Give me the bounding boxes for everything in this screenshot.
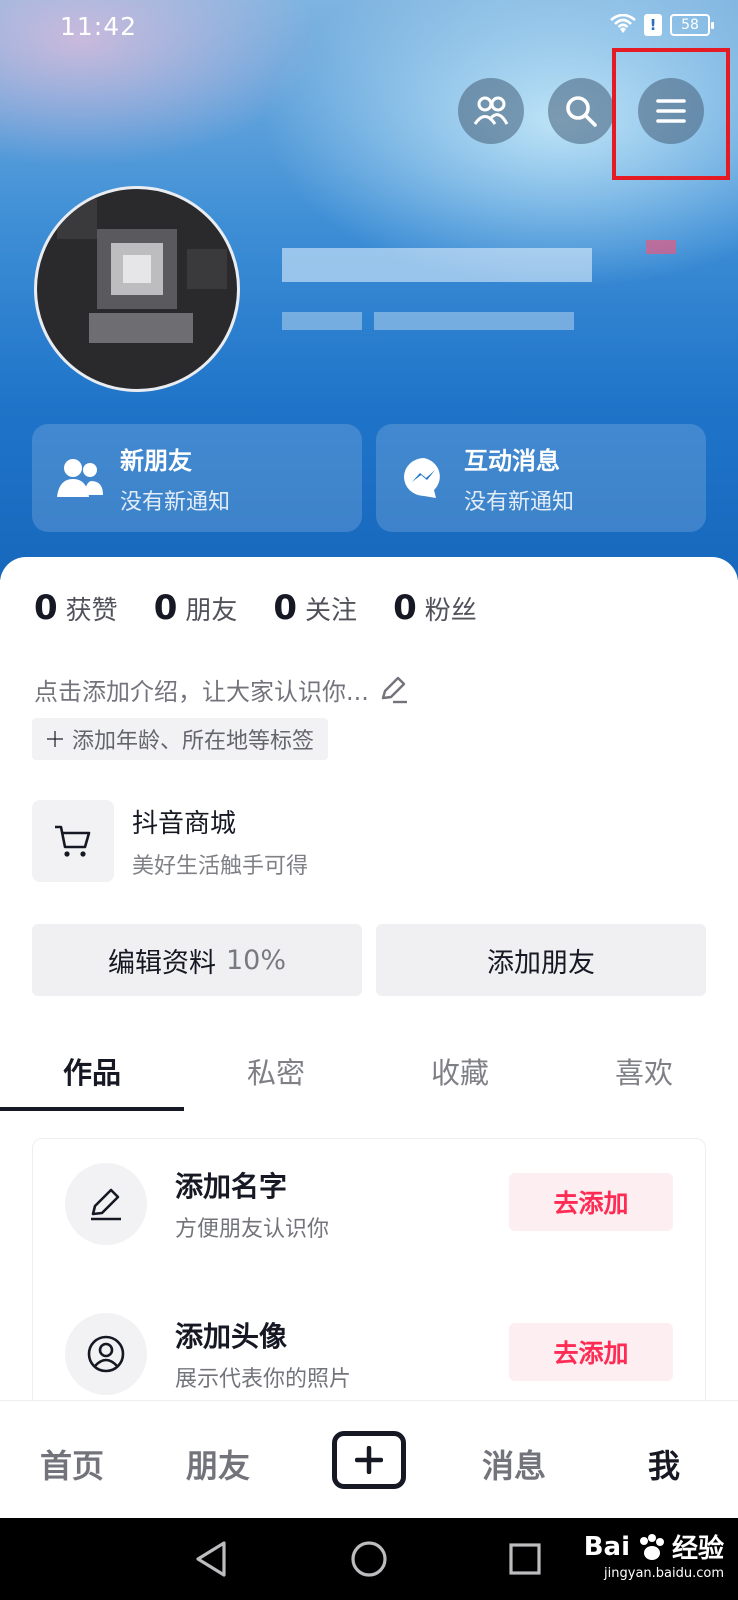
stat-followers[interactable]: 0 粉丝: [393, 588, 477, 628]
add-friend-button[interactable]: 添加朋友: [376, 924, 706, 996]
tab-private[interactable]: 私密: [184, 1050, 368, 1092]
edit-profile-button[interactable]: 编辑资料 10%: [32, 924, 362, 996]
avatar-pixel: [89, 313, 193, 343]
wifi-icon: [610, 14, 636, 33]
interaction-messages-subtitle: 没有新通知: [464, 489, 575, 515]
create-post-button[interactable]: [332, 1431, 406, 1489]
user-circle-icon: [65, 1313, 147, 1395]
stat-friends[interactable]: 0 朋友: [154, 588, 238, 628]
stat-value: 0: [34, 588, 58, 628]
task-subtitle: 展示代表你的照片: [175, 1367, 352, 1392]
alert-icon: !: [644, 14, 662, 36]
task-add-name: 添加名字 方便朋友认识你 去添加: [33, 1139, 705, 1259]
status-icons: ! 58: [610, 14, 714, 36]
plus-icon: [355, 1446, 383, 1474]
mall-title: 抖音商城: [132, 808, 237, 839]
stat-label: 获赞: [65, 596, 118, 626]
highlight-box: [612, 48, 730, 180]
avatar[interactable]: [34, 186, 240, 392]
pencil-icon: [65, 1163, 147, 1245]
stat-value: 0: [273, 588, 298, 628]
stat-label: 关注: [305, 596, 358, 626]
back-icon[interactable]: [194, 1540, 228, 1578]
profile-stats: 0 获赞 0 朋友 0 关注 0 粉丝: [34, 588, 513, 628]
new-friends-title: 新朋友: [120, 446, 192, 475]
bio-placeholder[interactable]: 点击添加介绍，让大家认识你...: [34, 672, 409, 707]
people-icon: [52, 450, 108, 506]
battery-icon: 58: [670, 14, 714, 36]
mall-subtitle: 美好生活触手可得: [132, 853, 309, 879]
search-button[interactable]: [548, 78, 614, 144]
add-friend-label: 添加朋友: [487, 947, 595, 979]
stat-value: 0: [393, 588, 417, 628]
edit-profile-label: 编辑资料: [107, 947, 216, 979]
username-blurred: [282, 248, 592, 282]
badge-blurred: [646, 240, 676, 254]
task-title: 添加头像: [175, 1320, 288, 1353]
add-tags-label: 添加年龄、所在地等标签: [72, 729, 315, 754]
nav-me[interactable]: 我: [648, 1441, 680, 1487]
people-icon: [473, 96, 509, 125]
avatar-pixel: [187, 249, 227, 289]
watermark-text: Bai: [583, 1531, 630, 1562]
nav-home[interactable]: 首页: [40, 1441, 104, 1487]
add-tags-chip[interactable]: 添加年龄、所在地等标签: [32, 718, 329, 760]
messenger-icon: [396, 450, 452, 506]
tab-active-indicator: [0, 1107, 184, 1111]
bottom-navigation: 首页 朋友 消息 我: [0, 1400, 738, 1518]
add-name-button[interactable]: 去添加: [509, 1173, 673, 1231]
new-friends-subtitle: 没有新通知: [120, 489, 231, 515]
status-time: 11:42: [60, 12, 138, 41]
tab-works[interactable]: 作品: [0, 1050, 184, 1092]
shopping-cart-icon: [32, 800, 114, 882]
watermark-url: jingyan.baidu.com: [604, 1566, 724, 1581]
paw-logo-icon: [639, 1533, 664, 1560]
pencil-icon: [381, 676, 407, 703]
avatar-pixel: [123, 255, 151, 283]
edit-profile-percent: 10%: [225, 944, 286, 976]
content-tabs: 作品 私密 收藏 喜欢: [0, 1050, 738, 1110]
task-subtitle: 方便朋友认识你: [175, 1217, 330, 1242]
stat-label: 朋友: [185, 596, 238, 626]
user-id-blurred: [282, 312, 362, 330]
task-title: 添加名字: [175, 1170, 288, 1203]
recents-icon[interactable]: [508, 1542, 542, 1576]
baidu-watermark: Bai 经验 jingyan.baidu.com: [583, 1528, 724, 1582]
task-add-avatar: 添加头像 展示代表你的照片 去添加: [33, 1289, 705, 1409]
bio-text: 点击添加介绍，让大家认识你...: [34, 678, 369, 706]
home-icon[interactable]: [350, 1540, 388, 1578]
tab-favorites[interactable]: 收藏: [368, 1050, 552, 1092]
new-friends-card[interactable]: 新朋友 没有新通知: [32, 424, 362, 532]
nav-messages[interactable]: 消息: [482, 1441, 546, 1487]
interaction-messages-title: 互动消息: [464, 446, 560, 475]
avatar-pixel: [57, 199, 97, 239]
watermark-text-2: 经验: [671, 1534, 724, 1564]
search-icon: [566, 96, 597, 127]
tab-likes[interactable]: 喜欢: [552, 1050, 736, 1092]
stat-value: 0: [153, 588, 178, 628]
douyin-mall-entry[interactable]: 抖音商城 美好生活触手可得: [32, 800, 308, 882]
nav-friends[interactable]: 朋友: [186, 1441, 250, 1487]
add-avatar-button[interactable]: 去添加: [509, 1323, 673, 1381]
stat-following[interactable]: 0 关注: [273, 588, 357, 628]
stat-likes[interactable]: 0 获赞: [34, 588, 118, 628]
stat-label: 粉丝: [424, 596, 477, 626]
interaction-messages-card[interactable]: 互动消息 没有新通知: [376, 424, 706, 532]
plus-icon: [47, 731, 63, 747]
friends-icon-button[interactable]: [458, 78, 524, 144]
user-id-blurred: [374, 312, 574, 330]
